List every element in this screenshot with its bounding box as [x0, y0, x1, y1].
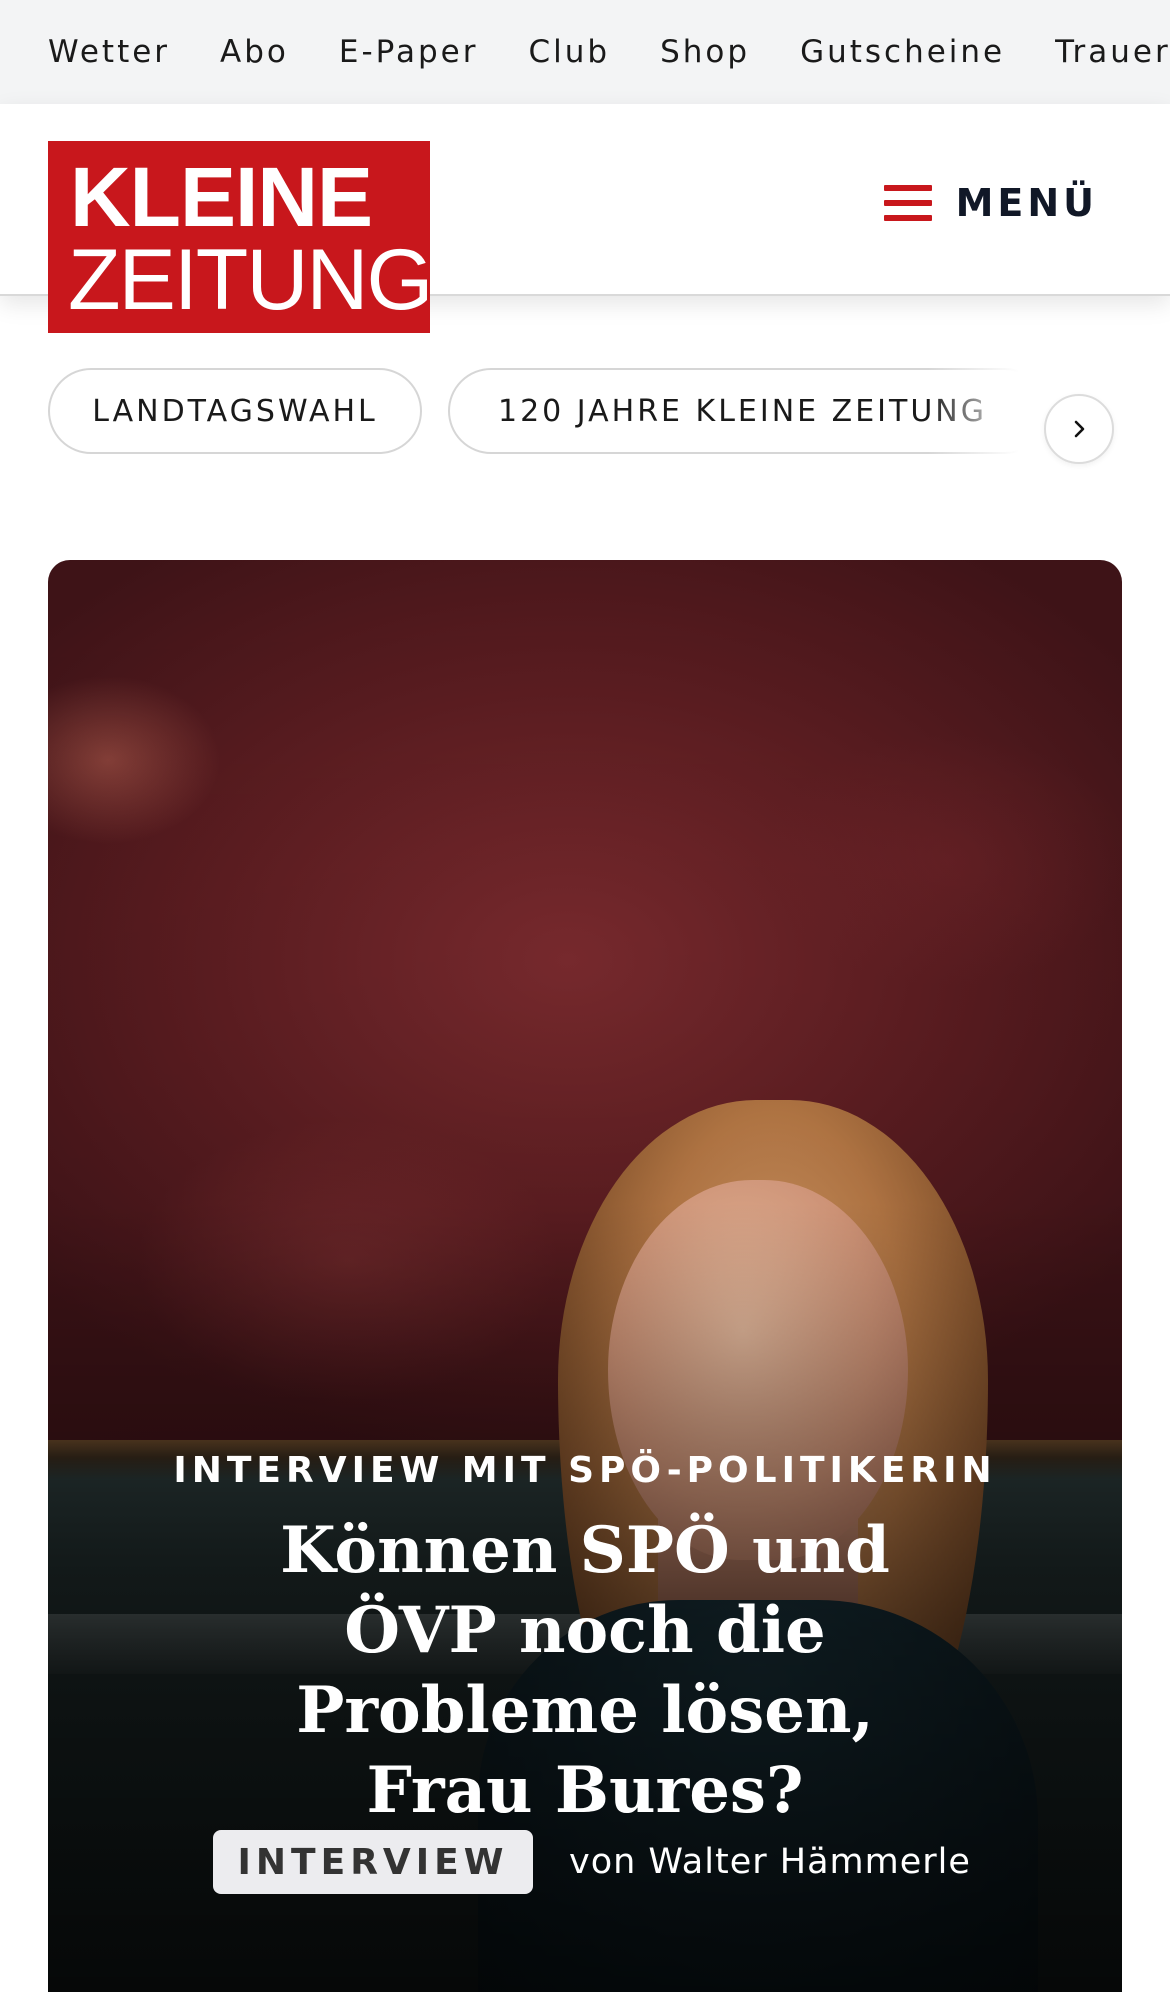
hero-article[interactable]: INTERVIEW MIT SPÖ-POLITIKERIN Können SPÖ… [48, 560, 1122, 1992]
logo-line-2: ZEITUNG [68, 232, 433, 328]
menu-label: MENÜ [955, 181, 1098, 225]
menu-button[interactable]: MENÜ [883, 168, 1098, 238]
hero-headline[interactable]: Können SPÖ und ÖVP noch die Probleme lös… [205, 1511, 965, 1831]
utility-nav-club[interactable]: Club [528, 34, 610, 70]
utility-nav-epaper[interactable]: E-Paper [339, 34, 479, 70]
utility-nav-gutscheine[interactable]: Gutscheine [800, 34, 1005, 70]
utility-nav-abo[interactable]: Abo [220, 34, 289, 70]
utility-nav-list: Wetter Abo E-Paper Club Shop Gutscheine … [48, 0, 1170, 104]
logo-line-1: KLEINE [70, 150, 373, 244]
hero-meta: INTERVIEW von Walter Hämmerle [213, 1830, 971, 1894]
article-type-badge: INTERVIEW [213, 1830, 533, 1894]
kleine-zeitung-logo[interactable]: KLEINE ZEITUNG [48, 141, 433, 333]
topic-chip-landtagswahl[interactable]: LANDTAGSWAHL [48, 368, 422, 454]
hero-kicker: INTERVIEW MIT SPÖ-POLITIKERIN [173, 1450, 997, 1491]
hamburger-icon [883, 185, 932, 221]
chip-fade [928, 362, 1058, 472]
site-header: KLEINE ZEITUNG MENÜ [0, 104, 1170, 333]
utility-nav-wetter[interactable]: Wetter [48, 34, 170, 70]
utility-nav: Wetter Abo E-Paper Club Shop Gutscheine … [0, 0, 1170, 104]
chevron-right-icon [1074, 420, 1085, 438]
article-author: von Walter Hämmerle [569, 1842, 971, 1882]
utility-nav-shop[interactable]: Shop [660, 34, 750, 70]
topic-chips: LANDTAGSWAHL 120 JAHRE KLEINE ZEITUNG [48, 362, 1120, 472]
hero-text: INTERVIEW MIT SPÖ-POLITIKERIN Können SPÖ… [48, 1450, 1122, 1831]
chips-next-button[interactable] [1044, 394, 1114, 464]
utility-nav-trauerportal[interactable]: Trauerp [1055, 34, 1170, 70]
